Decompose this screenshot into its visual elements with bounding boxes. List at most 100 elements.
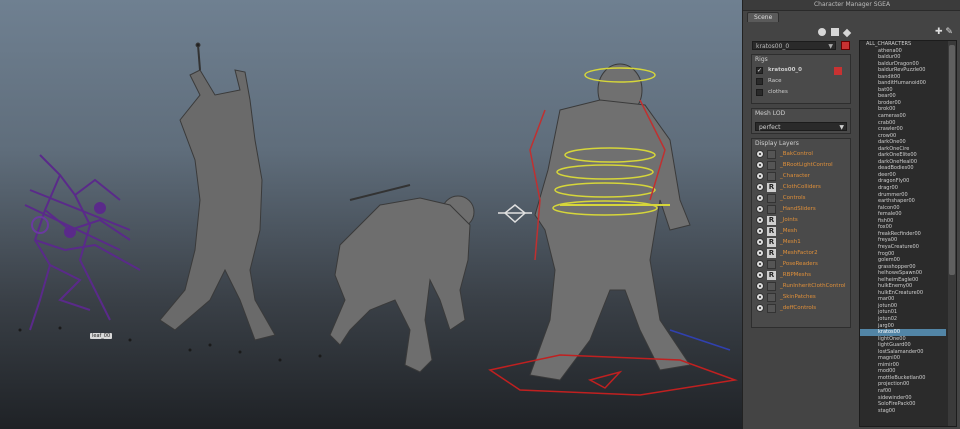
top-toolbar (815, 28, 852, 38)
tab-scene[interactable]: Scene (747, 12, 780, 22)
mesh-lod-value: perfect (759, 124, 781, 131)
display-layer-label: _ClothColliders (780, 184, 821, 190)
display-layer-row[interactable]: _BRootLightControl (752, 160, 850, 171)
reference-toggle[interactable] (767, 150, 776, 159)
list-scrollbar[interactable] (948, 41, 956, 426)
tab-bar: Scene (743, 11, 960, 25)
reference-toggle[interactable]: R (767, 249, 776, 258)
rig-checkbox[interactable] (756, 89, 763, 96)
eye-icon[interactable] (756, 194, 764, 202)
mesh-lod-select[interactable]: perfect ▼ (755, 122, 847, 131)
eye-icon[interactable] (756, 172, 764, 180)
eye-icon[interactable] (756, 161, 764, 169)
reference-toggle[interactable] (767, 205, 776, 214)
rig-label: kratos00_0 (768, 67, 802, 73)
character-select[interactable]: kratos00_0 ▼ (752, 41, 836, 50)
chevron-down-icon: ▼ (839, 124, 844, 131)
eye-icon[interactable] (756, 150, 764, 158)
reference-toggle[interactable]: R (767, 271, 776, 280)
display-layer-row[interactable]: _Controls (752, 193, 850, 204)
display-layer-row[interactable]: R _MeshFactor2 (752, 248, 850, 259)
rig-row[interactable]: clothes (752, 87, 850, 98)
display-layer-label: _deffControls (780, 305, 817, 311)
eye-icon[interactable] (756, 260, 764, 268)
list-icon[interactable] (831, 28, 840, 36)
list-item[interactable]: stag00 (860, 408, 946, 415)
display-layer-label: _RBPMeshs (780, 272, 812, 278)
rigs-group: Rigs ✓ kratos00_0 Race clothes (751, 54, 851, 104)
display-layer-label: _RunInheritClothControl (780, 283, 846, 289)
left-column: kratos00_0 ▼ Rigs ✓ kratos00_0 Race clot… (751, 24, 859, 424)
display-layer-row[interactable]: _PoseReaders (752, 259, 850, 270)
eye-icon[interactable] (756, 238, 764, 246)
reference-toggle[interactable] (767, 161, 776, 170)
eye-icon[interactable] (756, 227, 764, 235)
character-figure-3 (529, 63, 691, 381)
skeleton-rig (24, 154, 141, 331)
display-layer-label: _HandSliders (780, 206, 816, 212)
ground-dots (18, 326, 322, 362)
character-figure-2 (329, 184, 475, 373)
eye-icon[interactable] (756, 205, 764, 213)
display-layer-row[interactable]: _BakControl (752, 149, 850, 160)
rig-row[interactable]: ✓ kratos00_0 (752, 65, 850, 76)
eye-icon[interactable] (756, 216, 764, 224)
reference-toggle[interactable] (767, 282, 776, 291)
rig-row[interactable]: Race (752, 76, 850, 87)
reference-toggle[interactable]: R (767, 238, 776, 247)
display-layer-label: _Controls (780, 195, 806, 201)
display-layer-row[interactable]: _Character (752, 171, 850, 182)
character-color-swatch[interactable] (841, 41, 850, 50)
display-layer-row[interactable]: _RunInheritClothControl (752, 281, 850, 292)
scrollbar-thumb[interactable] (949, 45, 955, 275)
reference-toggle[interactable] (767, 304, 776, 313)
display-layer-row[interactable]: _HandSliders (752, 204, 850, 215)
display-layer-row[interactable]: _deffControls (752, 303, 850, 314)
eye-icon[interactable] (756, 293, 764, 301)
reference-toggle[interactable] (767, 194, 776, 203)
display-layer-row[interactable]: R _Mesh1 (752, 237, 850, 248)
reference-toggle[interactable] (767, 293, 776, 302)
rig-label: clothes (768, 89, 788, 95)
reference-toggle[interactable]: R (767, 227, 776, 236)
reference-toggle[interactable] (767, 172, 776, 181)
rigs-header: Rigs (755, 56, 768, 63)
list-toolbar: ✚ ✎ (935, 27, 953, 37)
display-layer-label: _Character (780, 173, 810, 179)
3d-viewport[interactable]: leaf_00 (0, 0, 742, 429)
eye-icon[interactable] (756, 282, 764, 290)
plus-icon[interactable]: ✚ (935, 27, 943, 37)
eye-icon[interactable] (756, 249, 764, 257)
character-list[interactable]: ALL_CHARACTERS athena00 baldur00 baldurDra… (859, 40, 957, 427)
refresh-icon[interactable] (818, 28, 826, 36)
display-layer-label: _Mesh1 (780, 239, 801, 245)
character-select-value: kratos00_0 (756, 43, 790, 50)
character-manager-panel: Character Manager SGEA Scene kratos00_0 … (742, 0, 960, 429)
rig-checkbox[interactable]: ✓ (756, 67, 763, 74)
display-layer-row[interactable]: R _RBPMeshs (752, 270, 850, 281)
display-layer-label: _Joints (780, 217, 798, 223)
display-layer-label: _MeshFactor2 (780, 250, 818, 256)
wrench-icon[interactable] (843, 28, 852, 38)
display-layer-label: _SkinPatches (780, 294, 816, 300)
display-layer-row[interactable]: R _ClothColliders (752, 182, 850, 193)
display-layer-row[interactable]: _SkinPatches (752, 292, 850, 303)
reference-toggle[interactable] (767, 260, 776, 269)
display-layer-row[interactable]: R _Joints (752, 215, 850, 226)
rig-color-swatch[interactable] (834, 67, 842, 75)
pencil-icon[interactable]: ✎ (945, 27, 953, 37)
viewport-tag: leaf_00 (90, 333, 113, 339)
rig-checkbox[interactable] (756, 78, 763, 85)
display-layers-header: Display Layers (755, 140, 799, 147)
reference-toggle[interactable]: R (767, 183, 776, 192)
eye-icon[interactable] (756, 271, 764, 279)
character-list-items: ALL_CHARACTERS athena00 baldur00 baldurDra… (860, 41, 946, 414)
right-column: ✚ ✎ ALL_CHARACTERS athena00 baldur00 baldu… (859, 24, 959, 427)
reference-toggle[interactable]: R (767, 216, 776, 225)
viewport-scene (18, 42, 738, 396)
eye-icon[interactable] (756, 183, 764, 191)
eye-icon[interactable] (756, 304, 764, 312)
display-layer-row[interactable]: R _Mesh (752, 226, 850, 237)
mesh-lod-header: Mesh LOD (755, 110, 786, 117)
display-layers-list: _BakControl _BRootLightControl _Character R… (752, 149, 850, 314)
